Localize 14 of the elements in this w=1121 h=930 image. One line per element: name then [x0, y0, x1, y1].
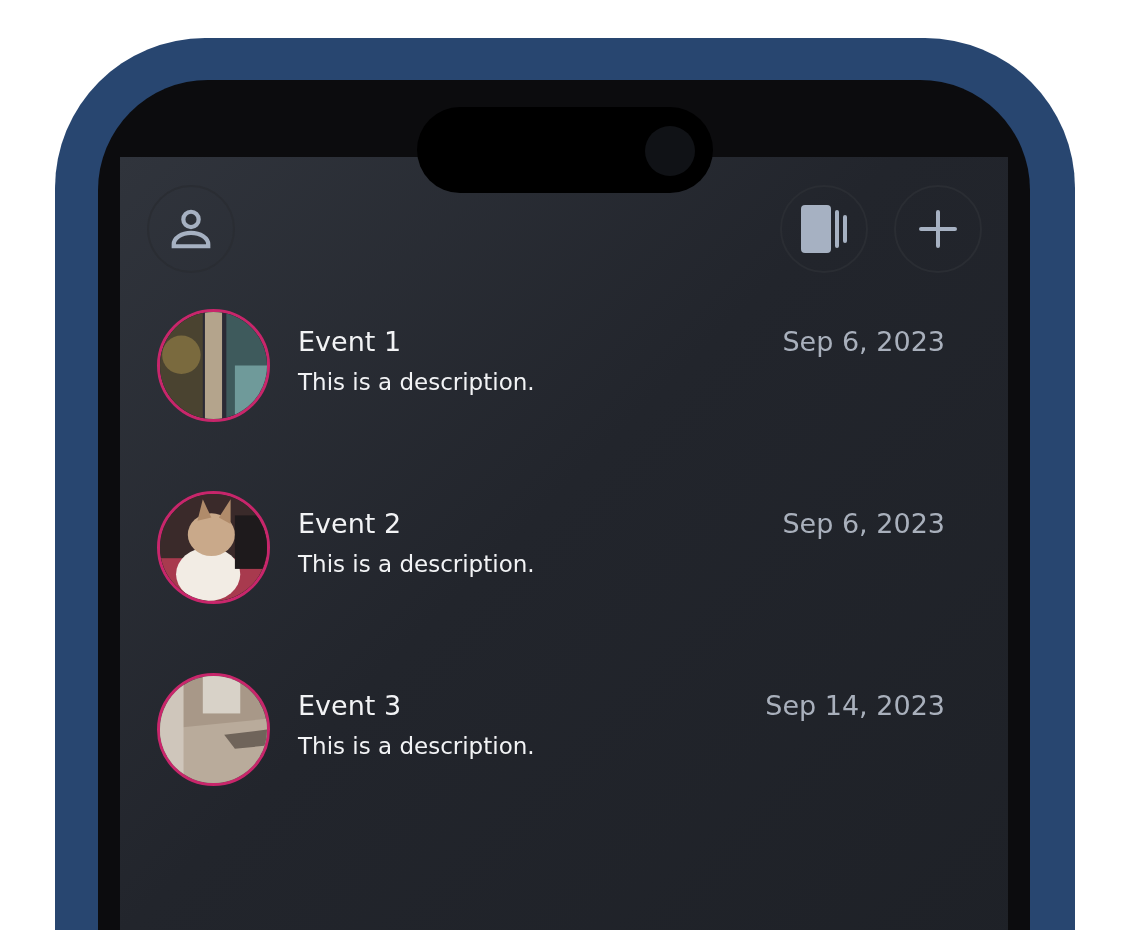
- cards-button[interactable]: [780, 185, 868, 273]
- event-title: Event 3: [298, 690, 402, 721]
- event-date: Sep 6, 2023: [782, 508, 945, 539]
- event-title: Event 2: [298, 508, 402, 539]
- event-date: Sep 14, 2023: [765, 690, 945, 721]
- event-title: Event 1: [298, 326, 402, 357]
- profile-button[interactable]: [147, 185, 235, 273]
- event-description: This is a description.: [298, 369, 536, 395]
- add-button[interactable]: [894, 185, 982, 273]
- plus-icon: [918, 209, 958, 249]
- event-description: This is a description.: [298, 733, 536, 759]
- event-description: This is a description.: [298, 551, 536, 577]
- cards-icon: [799, 204, 849, 254]
- event-date: Sep 6, 2023: [782, 326, 945, 357]
